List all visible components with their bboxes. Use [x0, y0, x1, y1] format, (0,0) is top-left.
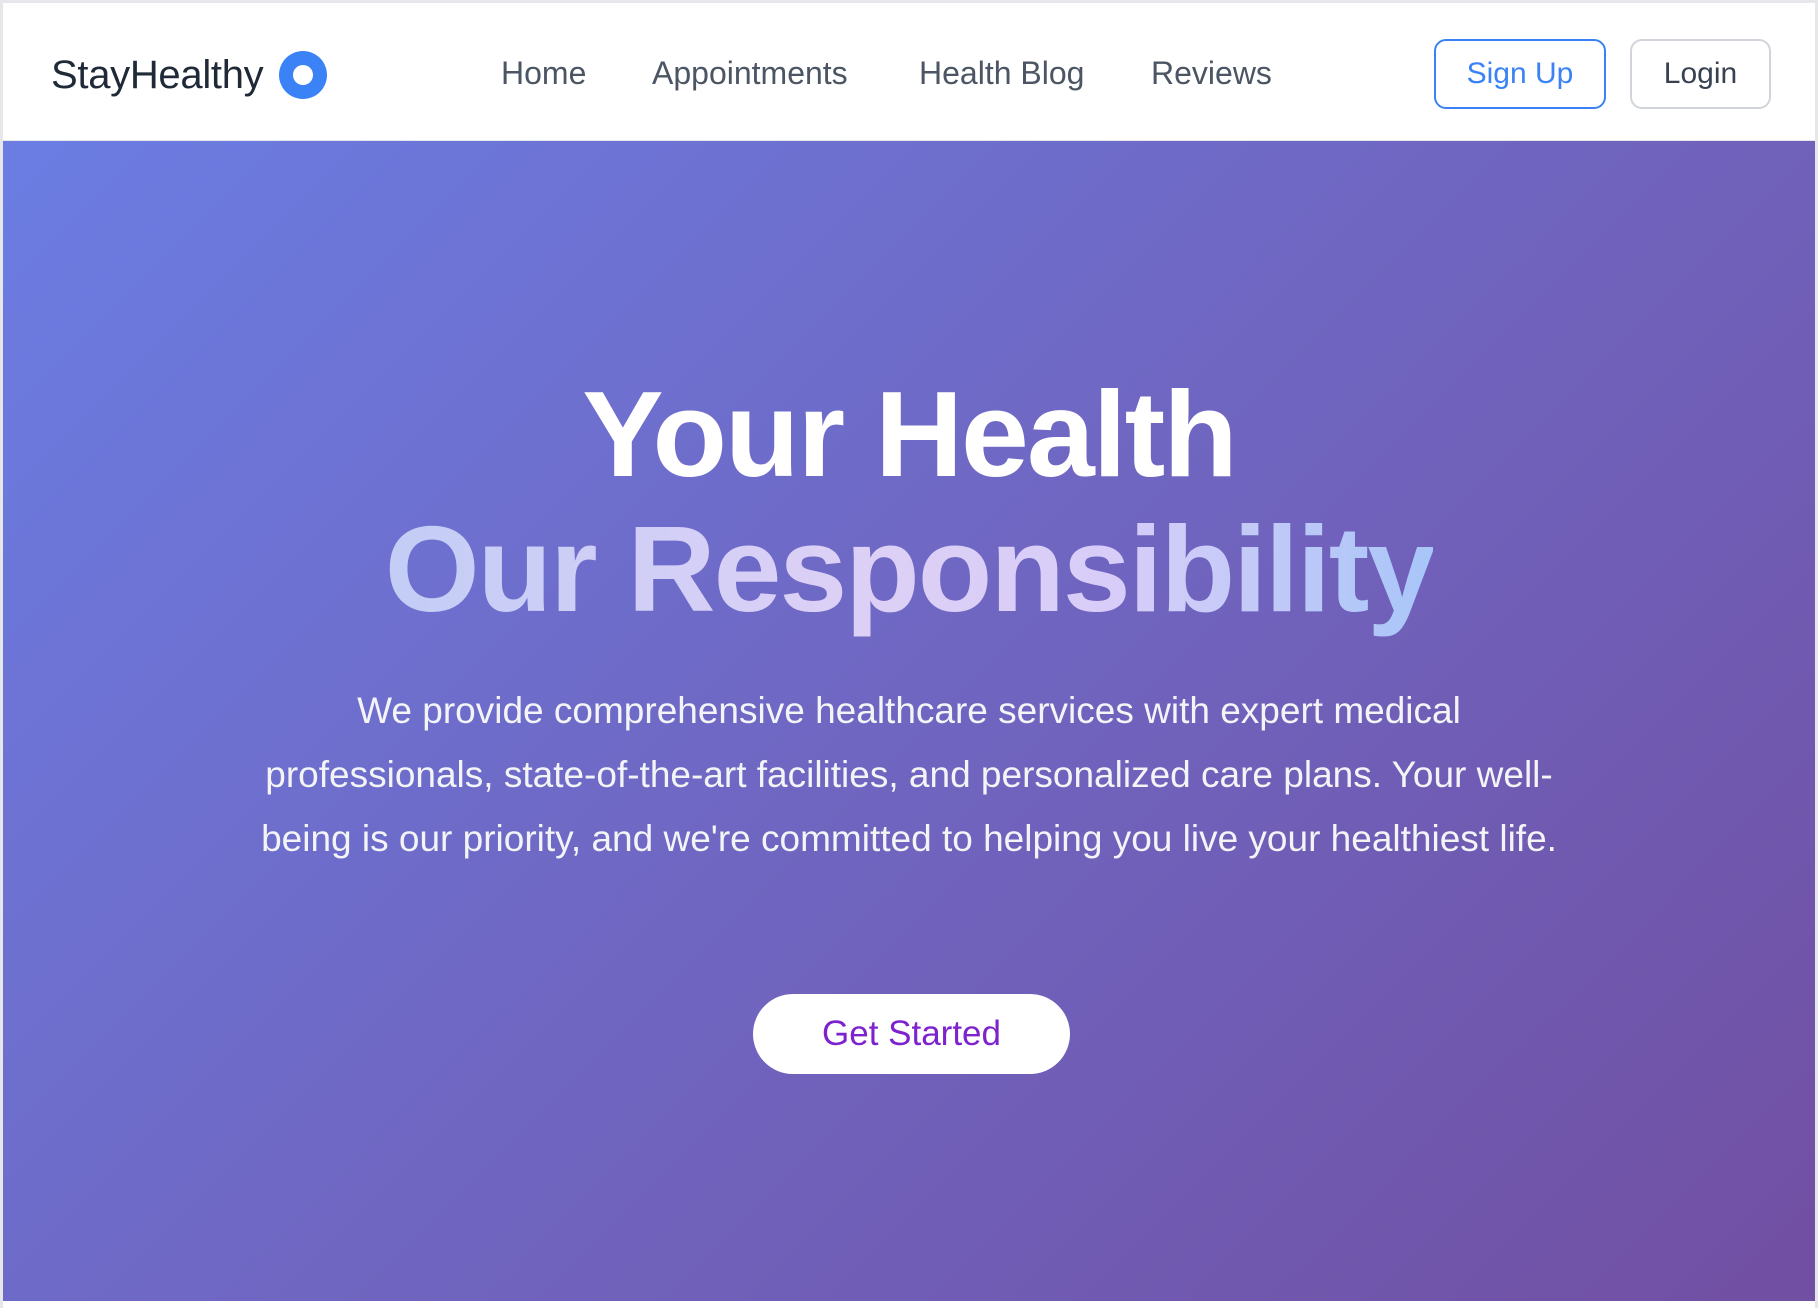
- nav-link-home[interactable]: Home: [501, 55, 586, 92]
- sign-up-button[interactable]: Sign Up: [1434, 39, 1606, 109]
- hero-section: Your Health Our Responsibility We provid…: [3, 141, 1815, 1301]
- nav-link-appointments[interactable]: Appointments: [652, 55, 848, 92]
- browser-viewport: StayHealthy Home Appointments Health Blo…: [0, 0, 1818, 1308]
- hero-title-line-2: Our Responsibility: [3, 499, 1815, 639]
- top-navbar: StayHealthy Home Appointments Health Blo…: [3, 3, 1815, 141]
- hero-title-gradient-text: Our Responsibility: [384, 501, 1436, 637]
- login-button[interactable]: Login: [1630, 39, 1771, 109]
- hero-title-line-1: Your Health: [582, 366, 1238, 502]
- nav-link-health-blog[interactable]: Health Blog: [919, 55, 1084, 92]
- hero-description: We provide comprehensive healthcare serv…: [261, 690, 1557, 859]
- get-started-button[interactable]: Get Started: [753, 994, 1070, 1074]
- nav-link-reviews[interactable]: Reviews: [1151, 55, 1272, 92]
